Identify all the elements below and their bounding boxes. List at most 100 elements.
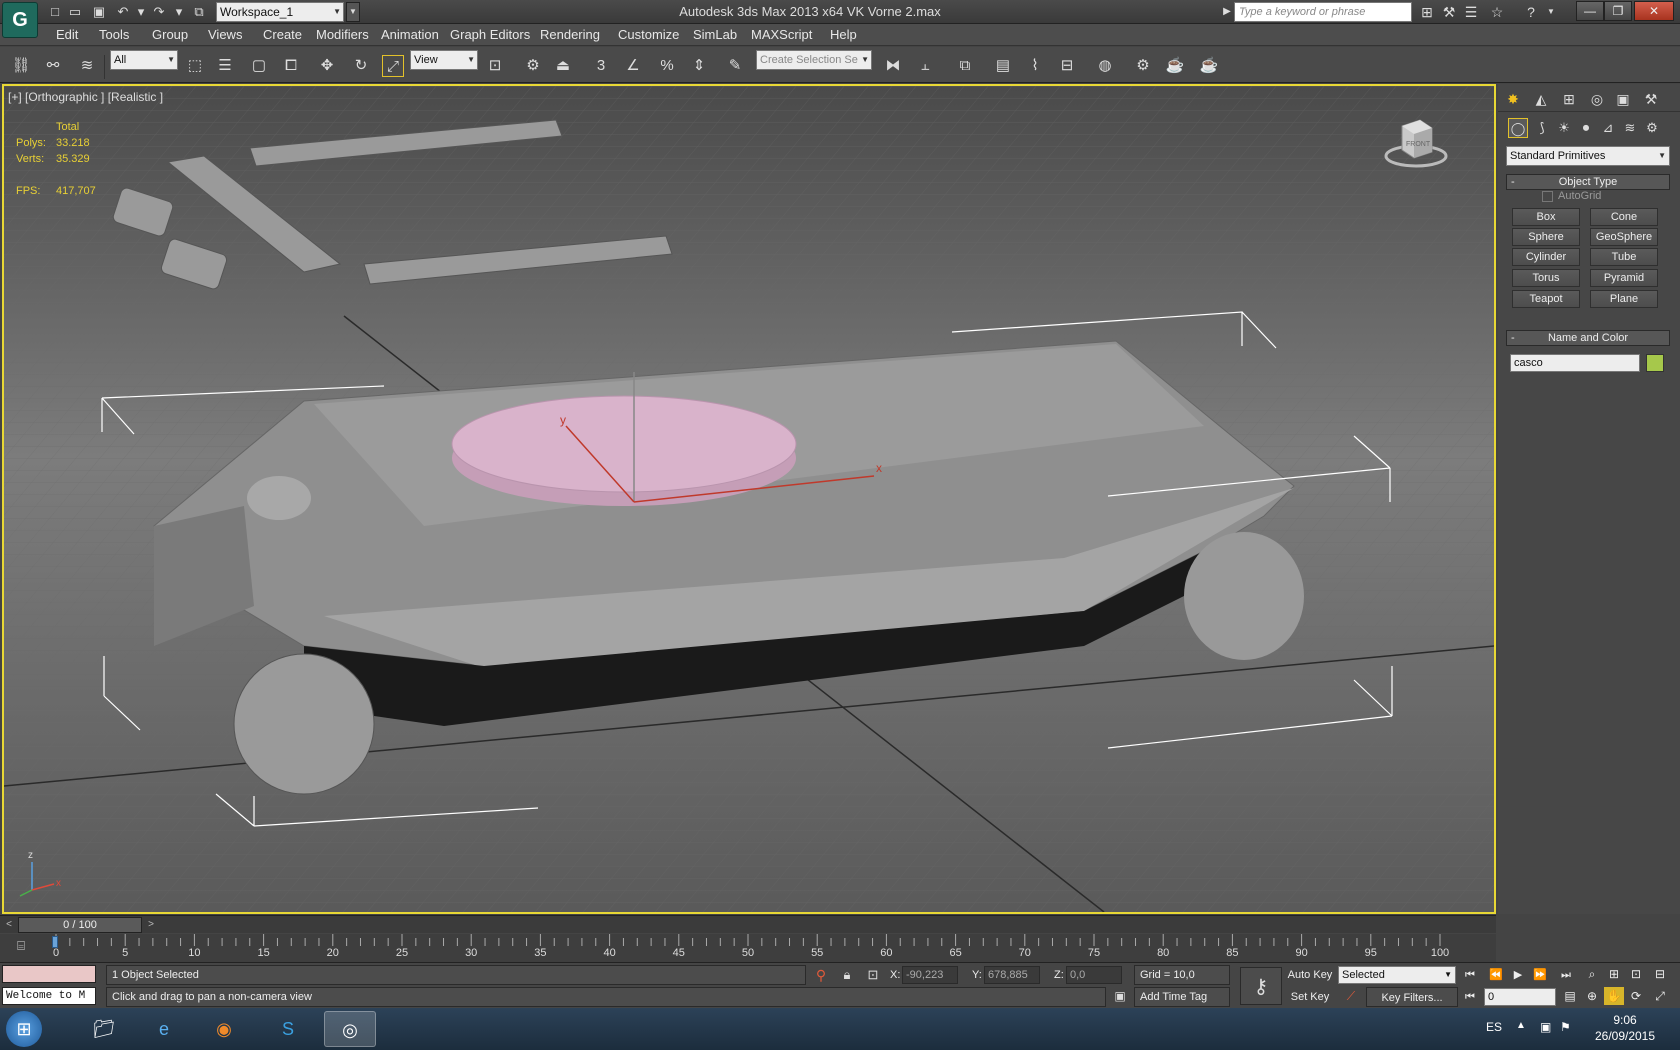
sphere-button[interactable]: Sphere bbox=[1512, 228, 1580, 246]
zoom-extents-all-icon[interactable]: ⊟ bbox=[1650, 965, 1670, 983]
helpers-icon[interactable]: ⊿ bbox=[1598, 118, 1618, 138]
select-by-name-icon[interactable]: ☰ bbox=[214, 55, 236, 77]
absolute-mode-icon[interactable]: ⊡ bbox=[864, 967, 882, 985]
orbit-icon[interactable]: ⟳ bbox=[1626, 987, 1646, 1005]
network-icon[interactable]: ▣ bbox=[1540, 1020, 1551, 1034]
geometry-icon[interactable]: ◯ bbox=[1508, 118, 1528, 138]
utilities-tab-icon[interactable]: ⚒ bbox=[1640, 88, 1662, 110]
next-key-icon[interactable]: ⏩ bbox=[1530, 967, 1550, 983]
input-language[interactable]: ES bbox=[1486, 1020, 1502, 1034]
cone-button[interactable]: Cone bbox=[1590, 208, 1658, 226]
select-and-rotate-icon[interactable]: ↻ bbox=[350, 55, 372, 77]
undo-icon[interactable]: ↶ bbox=[114, 3, 132, 21]
x-coordinate-field[interactable]: -90,223 bbox=[902, 966, 958, 984]
edit-named-selection-icon[interactable]: ✎ bbox=[724, 55, 746, 77]
select-and-link-icon[interactable]: ⛓ bbox=[10, 55, 32, 77]
window-crossing-icon[interactable]: ⧠ bbox=[280, 55, 302, 77]
maxscript-listener-mini[interactable] bbox=[2, 965, 96, 983]
set-keys-key-icon[interactable]: ⚷ bbox=[1240, 967, 1282, 1005]
undo-dropdown-icon[interactable]: ▾ bbox=[132, 3, 150, 21]
rectangular-selection-icon[interactable]: ▢ bbox=[248, 55, 270, 77]
torus-button[interactable]: Torus bbox=[1512, 269, 1580, 287]
system-clock[interactable]: 9:06 26/09/2015 bbox=[1580, 1012, 1670, 1044]
pivot-center-icon[interactable]: ⊡ bbox=[484, 55, 506, 77]
object-name-input[interactable]: casco bbox=[1510, 354, 1640, 372]
material-editor-icon[interactable]: ◍ bbox=[1094, 55, 1116, 77]
select-object-icon[interactable]: ⬚ bbox=[184, 55, 206, 77]
box-button[interactable]: Box bbox=[1512, 208, 1580, 226]
menu-rendering[interactable]: Rendering bbox=[540, 27, 600, 42]
workspace-select[interactable]: Workspace_1 ▼ bbox=[216, 2, 344, 22]
layer-manager-icon[interactable]: ⧉ bbox=[954, 55, 976, 77]
zoom-icon[interactable]: ⌕ bbox=[1582, 965, 1602, 983]
save-file-icon[interactable]: ▣ bbox=[90, 3, 108, 21]
tube-button[interactable]: Tube bbox=[1590, 248, 1658, 266]
menu-customize[interactable]: Customize bbox=[618, 27, 679, 42]
space-warps-icon[interactable]: ≋ bbox=[1620, 118, 1640, 138]
add-time-tag-button[interactable]: Add Time Tag bbox=[1134, 987, 1230, 1007]
schematic-view-icon[interactable]: ⊟ bbox=[1056, 55, 1078, 77]
open-file-icon[interactable]: ▭ bbox=[66, 3, 84, 21]
geosphere-button[interactable]: GeoSphere bbox=[1590, 228, 1658, 246]
internet-explorer-icon[interactable]: e bbox=[138, 1011, 190, 1047]
menu-group[interactable]: Group bbox=[152, 27, 188, 42]
play-icon[interactable]: ▶ bbox=[1508, 967, 1528, 983]
menu-help[interactable]: Help bbox=[830, 27, 857, 42]
systems-icon[interactable]: ⚙ bbox=[1642, 118, 1662, 138]
curve-editor-icon[interactable]: ⌇ bbox=[1024, 55, 1046, 77]
current-frame-input[interactable]: 0 bbox=[1484, 988, 1556, 1006]
z-coordinate-field[interactable]: 0,0 bbox=[1066, 966, 1122, 984]
firefox-icon[interactable]: ◉ bbox=[198, 1011, 250, 1047]
subscription-icon[interactable]: ⚒ bbox=[1440, 3, 1458, 21]
maxscript-prompt[interactable]: Welcome to M bbox=[2, 987, 96, 1005]
modify-tab-icon[interactable]: ◭ bbox=[1530, 88, 1552, 110]
go-to-start-icon[interactable]: ⏮ bbox=[1460, 967, 1480, 983]
set-key-button[interactable]: Set Key bbox=[1286, 987, 1334, 1007]
percent-snap-icon[interactable]: % bbox=[656, 55, 678, 77]
render-production-icon[interactable]: ☕ bbox=[1198, 55, 1220, 77]
hierarchy-tab-icon[interactable]: ⊞ bbox=[1558, 88, 1580, 110]
key-filters-button[interactable]: Key Filters... bbox=[1366, 987, 1458, 1007]
y-coordinate-field[interactable]: 678,885 bbox=[984, 966, 1040, 984]
snaps-toggle-icon[interactable]: 3 bbox=[590, 55, 612, 77]
viewcube[interactable]: FRONT bbox=[1384, 116, 1448, 170]
project-folder-icon[interactable]: ⧉ bbox=[190, 3, 208, 21]
3ds-max-taskbar-icon[interactable]: ◎ bbox=[324, 1011, 376, 1047]
align-icon[interactable]: ⫠ bbox=[914, 55, 936, 77]
object-category-select[interactable]: Standard Primitives ▼ bbox=[1506, 146, 1670, 166]
teapot-button[interactable]: Teapot bbox=[1512, 290, 1580, 308]
skype-icon[interactable]: S bbox=[262, 1011, 314, 1047]
menu-modifiers[interactable]: Modifiers bbox=[316, 27, 369, 42]
name-and-color-rollout[interactable]: - Name and Color bbox=[1506, 330, 1670, 346]
communication-center-icon[interactable]: ☰ bbox=[1462, 3, 1480, 21]
cameras-icon[interactable]: ⏺ bbox=[1576, 118, 1596, 138]
go-to-end-icon[interactable]: ⏭ bbox=[1556, 967, 1576, 983]
select-and-scale-icon[interactable]: ⤢ bbox=[382, 55, 404, 77]
menu-edit[interactable]: Edit bbox=[56, 27, 78, 42]
next-frame-arrow-icon[interactable]: > bbox=[144, 917, 158, 933]
menu-graph-editors[interactable]: Graph Editors bbox=[450, 27, 530, 42]
favorites-star-icon[interactable]: ☆ bbox=[1488, 3, 1506, 21]
pan-view-icon[interactable]: ✋ bbox=[1604, 987, 1624, 1005]
render-setup-icon[interactable]: ⚙ bbox=[1132, 55, 1154, 77]
autogrid-checkbox[interactable]: AutoGrid bbox=[1542, 190, 1601, 202]
rendered-frame-window-icon[interactable]: ☕ bbox=[1164, 55, 1186, 77]
spinner-snap-icon[interactable]: ⇕ bbox=[688, 55, 710, 77]
help-icon[interactable]: ? bbox=[1522, 3, 1540, 21]
menu-animation[interactable]: Animation bbox=[381, 27, 439, 42]
cylinder-button[interactable]: Cylinder bbox=[1512, 248, 1580, 266]
isolate-selection-icon[interactable]: ⚲ bbox=[812, 967, 830, 985]
minimize-button[interactable]: — bbox=[1576, 1, 1604, 21]
file-explorer-icon[interactable]: 📁︎ bbox=[78, 1011, 130, 1047]
default-tangents-icon[interactable]: ⟋ bbox=[1342, 989, 1360, 1005]
reference-coordinate-select[interactable]: View ▼ bbox=[410, 50, 478, 70]
menu-simlab[interactable]: SimLab bbox=[693, 27, 737, 42]
help-dropdown-icon[interactable]: ▼ bbox=[1542, 3, 1560, 21]
current-frame-marker[interactable] bbox=[52, 936, 58, 948]
menu-maxscript[interactable]: MAXScript bbox=[751, 27, 812, 42]
time-slider[interactable]: < 0 / 100 > bbox=[0, 915, 1496, 933]
key-mode-toggle-icon[interactable]: ⏮ bbox=[1460, 989, 1480, 1005]
application-menu-button[interactable]: G bbox=[2, 2, 38, 38]
zoom-region-icon[interactable]: ⊕ bbox=[1582, 987, 1602, 1005]
menu-tools[interactable]: Tools bbox=[99, 27, 129, 42]
